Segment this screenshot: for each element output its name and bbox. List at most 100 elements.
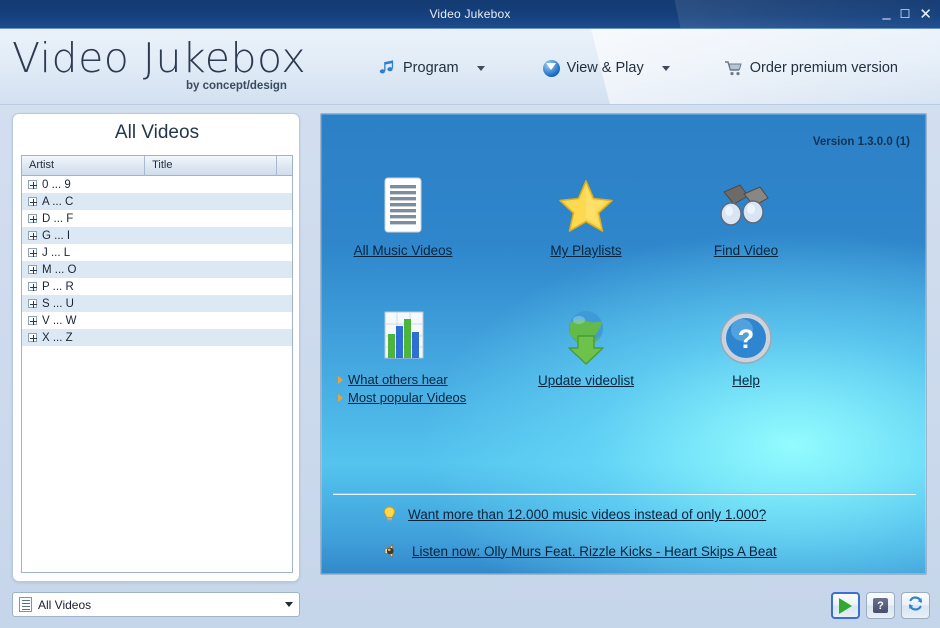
sublink-label[interactable]: What others hear [348, 372, 448, 387]
maximize-button[interactable]: ☐ [900, 8, 911, 21]
videos-sidebar-panel: All Videos Artist Title 0 ... 9 A ... C … [12, 113, 300, 582]
question-help-icon: ? [671, 304, 821, 366]
tile-help[interactable]: ? Help [671, 304, 821, 390]
list-icon [19, 597, 32, 612]
music-note-icon [378, 59, 396, 77]
speaker-icon [383, 543, 400, 559]
list-item-label: S ... U [42, 297, 74, 310]
sublink-label[interactable]: Most popular Videos [348, 390, 466, 405]
lightbulb-icon [383, 506, 396, 523]
section-divider [333, 493, 916, 495]
main-content-panel: Version 1.3.0.0 (1) All Music Videos My … [320, 113, 927, 575]
question-mark-icon: ? [873, 598, 888, 613]
close-button[interactable]: ✕ [919, 7, 932, 22]
expand-plus-icon[interactable] [28, 265, 37, 274]
bullet-triangle-icon [338, 393, 343, 402]
app-logo-subtitle: by concept/design [186, 80, 287, 92]
list-item[interactable]: J ... L [22, 244, 292, 261]
version-label: Version 1.3.0.0 (1) [812, 136, 910, 148]
expand-plus-icon[interactable] [28, 316, 37, 325]
binoculars-icon [671, 174, 821, 236]
play-icon [839, 597, 852, 614]
column-header-artist[interactable]: Artist [22, 156, 146, 176]
main-menu: Program View & Play Order premium versio… [372, 55, 904, 81]
list-item-label: X ... Z [42, 331, 73, 344]
tile-label-all-music-videos[interactable]: All Music Videos [354, 243, 453, 258]
tile-statistics[interactable]: What others hear Most popular Videos [328, 304, 478, 408]
star-icon [511, 174, 661, 236]
column-header-spacer [277, 156, 292, 176]
promo-listen-now-text[interactable]: Listen now: Olly Murs Feat. Rizzle Kicks… [412, 544, 777, 559]
globe-download-icon [511, 304, 661, 366]
tile-label-update-videolist[interactable]: Update videolist [538, 373, 634, 388]
svg-text:?: ? [738, 324, 755, 354]
expand-plus-icon[interactable] [28, 282, 37, 291]
promo-upgrade-text[interactable]: Want more than 12.000 music videos inste… [408, 507, 766, 522]
app-logo-text: Video Jukebox [12, 34, 307, 82]
promo-upgrade-link[interactable]: Want more than 12.000 music videos inste… [383, 506, 766, 523]
expand-plus-icon[interactable] [28, 299, 37, 308]
statistics-sublinks: What others hear Most popular Videos [328, 372, 478, 405]
bar-chart-icon [328, 304, 478, 366]
menu-item-view-and-play[interactable]: View & Play [537, 56, 650, 81]
title-bar: Video Jukebox – ☐ ✕ [0, 0, 940, 29]
list-item[interactable]: V ... W [22, 312, 292, 329]
program-chevron-down-icon[interactable] [476, 65, 485, 71]
document-lines-icon [328, 174, 478, 236]
download-circle-icon [542, 59, 560, 77]
action-button-bar: ? [831, 592, 930, 619]
expand-plus-icon[interactable] [28, 231, 37, 240]
list-item-label: P ... R [42, 280, 74, 293]
tile-find-video[interactable]: Find Video [671, 174, 821, 260]
expand-plus-icon[interactable] [28, 180, 37, 189]
list-item[interactable]: X ... Z [22, 329, 292, 346]
tile-my-playlists[interactable]: My Playlists [511, 174, 661, 260]
expand-plus-icon[interactable] [28, 333, 37, 342]
videos-filter-dropdown[interactable]: All Videos [12, 592, 300, 617]
play-button[interactable] [831, 592, 860, 619]
tile-update-videolist[interactable]: Update videolist [511, 304, 661, 390]
artist-list[interactable]: Artist Title 0 ... 9 A ... C D ... F G .… [21, 155, 293, 573]
list-item[interactable]: A ... C [22, 193, 292, 210]
list-item[interactable]: P ... R [22, 278, 292, 295]
refresh-icon [907, 595, 924, 617]
expand-plus-icon[interactable] [28, 197, 37, 206]
tile-label-help[interactable]: Help [732, 373, 760, 388]
menu-item-program[interactable]: Program [372, 55, 465, 81]
chevron-down-icon[interactable] [285, 602, 293, 607]
list-item[interactable]: 0 ... 9 [22, 176, 292, 193]
sidebar-title: All Videos [114, 122, 200, 143]
menu-label-program: Program [403, 60, 459, 76]
sublink-what-others-hear[interactable]: What others hear [338, 372, 478, 387]
menu-item-order-premium[interactable]: Order premium version [718, 56, 904, 81]
refresh-button[interactable] [901, 592, 930, 619]
expand-plus-icon[interactable] [28, 214, 37, 223]
list-item[interactable]: S ... U [22, 295, 292, 312]
promo-listen-now-link[interactable]: Listen now: Olly Murs Feat. Rizzle Kicks… [383, 543, 777, 559]
minimize-button[interactable]: – [882, 11, 890, 26]
expand-plus-icon[interactable] [28, 248, 37, 257]
tile-label-my-playlists[interactable]: My Playlists [550, 243, 621, 258]
shopping-cart-icon [724, 60, 743, 77]
column-header-title[interactable]: Title [145, 156, 278, 176]
bullet-triangle-icon [338, 375, 343, 384]
list-item[interactable]: G ... I [22, 227, 292, 244]
list-item-label: 0 ... 9 [42, 178, 71, 191]
list-item[interactable]: D ... F [22, 210, 292, 227]
view-play-chevron-down-icon[interactable] [661, 65, 670, 71]
list-item-label: J ... L [42, 246, 71, 259]
list-item-label: D ... F [42, 212, 74, 225]
window-controls: – ☐ ✕ [882, 0, 932, 28]
tile-label-find-video[interactable]: Find Video [714, 243, 778, 258]
help-button[interactable]: ? [866, 592, 895, 619]
list-item-label: A ... C [42, 195, 74, 208]
list-item-label: M ... O [42, 263, 77, 276]
window-title: Video Jukebox [429, 7, 511, 21]
tile-all-music-videos[interactable]: All Music Videos [328, 174, 478, 260]
menu-label-view-and-play: View & Play [566, 60, 644, 76]
sublink-most-popular-videos[interactable]: Most popular Videos [338, 390, 478, 405]
list-item-label: V ... W [42, 314, 77, 327]
list-item[interactable]: M ... O [22, 261, 292, 278]
list-item-label: G ... I [42, 229, 71, 242]
menu-label-order-premium: Order premium version [749, 60, 898, 76]
